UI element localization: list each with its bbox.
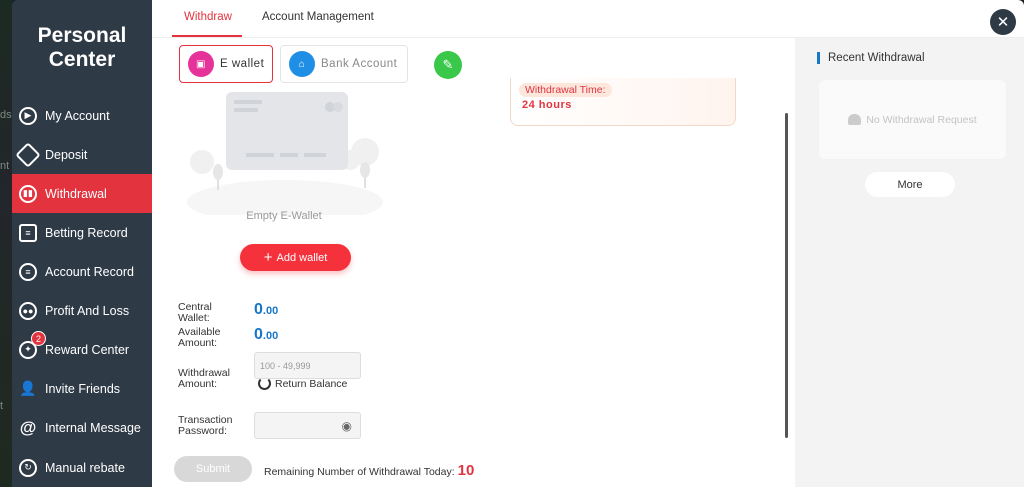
transaction-password-label: Transaction Password: (178, 415, 232, 437)
sidebar-item-label: Account Record (45, 264, 134, 279)
message-icon: @ (19, 417, 37, 437)
e-wallet-option[interactable]: ▣ E wallet (179, 45, 273, 83)
sidebar-item-manual-rebate[interactable]: ↻ Manual rebate (12, 448, 152, 487)
personal-center-modal: Personal Center ▶ My Account Deposit ▮▮ … (12, 0, 1024, 487)
refresh-icon (258, 377, 271, 390)
remaining-label: Remaining Number of Withdrawal Today: (264, 466, 455, 478)
label-line: Password: (178, 425, 228, 437)
plus-icon: + (263, 249, 273, 266)
sidebar-item-label: Internal Message (45, 420, 141, 435)
available-amount: 0.00 (254, 326, 278, 344)
remaining-count: 10 (457, 462, 475, 479)
active-tab-indicator (172, 35, 242, 37)
account-icon: ▶ (19, 106, 37, 125)
no-withdrawal-box: No Withdrawal Request (819, 80, 1006, 159)
amount-integer: 0 (254, 301, 263, 318)
recent-withdrawal-title: Recent Withdrawal (817, 52, 925, 64)
betting-record-icon: ≡ (19, 223, 37, 242)
background-strip: ds nt t (0, 0, 12, 487)
wallet-icon: ▣ (188, 51, 214, 77)
empty-wallet-text: Empty E-Wallet (246, 210, 322, 222)
amount-integer: 0 (254, 326, 263, 343)
transaction-password-input[interactable]: ◉ (254, 412, 361, 439)
pencil-icon: ✎ (442, 57, 454, 72)
sidebar-item-label: Withdrawal (45, 186, 107, 201)
scrollbar[interactable] (785, 113, 788, 438)
sidebar-item-my-account[interactable]: ▶ My Account (12, 96, 152, 135)
amount-decimal: .00 (262, 305, 279, 317)
background-text: nt (0, 160, 10, 172)
add-wallet-button[interactable]: + Add wallet (240, 244, 351, 271)
sidebar-item-betting-record[interactable]: ≡ Betting Record (12, 213, 152, 252)
background-text: t (0, 400, 4, 412)
withdraw-panel: ▣ E wallet ⌂ Bank Account ✎ Withdrawal T… (152, 38, 795, 487)
central-wallet-amount: 0.00 (254, 301, 278, 319)
close-button[interactable]: ✕ (990, 9, 1016, 35)
sidebar-item-account-record[interactable]: ≡ Account Record (12, 252, 152, 291)
amount-decimal: .00 (262, 330, 279, 342)
available-amount-label: Available Amount: (178, 327, 220, 349)
tab-account-management[interactable]: Account Management (262, 11, 374, 23)
no-withdrawal-text: No Withdrawal Request (866, 113, 977, 126)
sidebar-item-withdrawal[interactable]: ▮▮ Withdrawal (12, 174, 152, 213)
label-line: Amount: (178, 378, 218, 390)
sidebar-item-reward-center[interactable]: ✦ 2 Reward Center (12, 330, 152, 369)
invite-icon: 👤 (19, 380, 37, 396)
return-balance-label: Return Balance (275, 377, 348, 390)
title-line: Personal (37, 24, 127, 47)
withdrawal-time-label: Withdrawal Time: (519, 83, 612, 97)
sidebar-item-profit-loss[interactable]: ●● Profit And Loss (12, 291, 152, 330)
sidebar: Personal Center ▶ My Account Deposit ▮▮ … (12, 0, 152, 487)
remaining-withdrawals: Remaining Number of Withdrawal Today: 10 (264, 462, 474, 479)
content-panel: Withdraw Account Management ✕ ▣ E wallet… (152, 0, 1024, 487)
withdrawal-amount-label: Withdrawal Amount: (178, 368, 230, 390)
sidebar-item-label: My Account (45, 108, 110, 123)
withdrawal-amount-input[interactable]: 100 - 49,999 (254, 352, 361, 379)
close-icon: ✕ (996, 14, 1010, 31)
recent-withdrawal-panel: Recent Withdrawal No Withdrawal Request … (795, 38, 1024, 487)
withdrawal-time-box: Withdrawal Time: 24 hours (510, 78, 736, 126)
notification-badge: 2 (31, 331, 46, 346)
label-line: Amount: (178, 337, 218, 349)
background-text: ds (0, 109, 12, 121)
sidebar-item-internal-message[interactable]: @ Internal Message (12, 408, 152, 447)
add-wallet-label: Add wallet (276, 251, 328, 264)
sidebar-title: Personal Center (12, 24, 152, 72)
wallet-type-label: Bank Account (321, 58, 398, 70)
sidebar-item-label: Deposit (45, 147, 88, 162)
submit-button[interactable]: Submit (174, 456, 252, 482)
sidebar-item-label: Betting Record (45, 225, 128, 240)
profit-loss-icon: ●● (19, 301, 37, 320)
sidebar-item-invite-friends[interactable]: 👤 Invite Friends (12, 369, 152, 408)
sidebar-item-deposit[interactable]: Deposit (12, 135, 152, 174)
title-line: Center (48, 48, 116, 71)
withdrawal-time-value: 24 hours (522, 99, 572, 111)
central-wallet-label: Central Wallet: (178, 302, 212, 324)
empty-wallet-illustration (187, 92, 383, 215)
tab-withdraw[interactable]: Withdraw (184, 11, 232, 23)
wallet-type-label: E wallet (220, 58, 265, 70)
empty-box-icon (848, 114, 862, 125)
sidebar-item-label: Invite Friends (45, 381, 121, 396)
tab-bar: Withdraw Account Management ✕ (152, 0, 1024, 38)
bank-account-option[interactable]: ⌂ Bank Account (280, 45, 408, 83)
eye-hidden-icon[interactable]: ◉ (342, 419, 352, 433)
deposit-icon (15, 141, 41, 168)
rebate-icon: ↻ (19, 458, 37, 477)
withdrawal-icon: ▮▮ (19, 184, 37, 203)
label-line: Wallet: (178, 312, 210, 324)
edit-button[interactable]: ✎ (434, 51, 462, 79)
sidebar-item-label: Manual rebate (45, 460, 125, 475)
bank-icon: ⌂ (289, 51, 315, 77)
sidebar-item-label: Profit And Loss (45, 303, 130, 318)
more-button[interactable]: More (865, 172, 955, 197)
sidebar-item-label: Reward Center (45, 342, 130, 357)
return-balance-button[interactable]: Return Balance (258, 377, 347, 390)
account-record-icon: ≡ (19, 262, 37, 281)
